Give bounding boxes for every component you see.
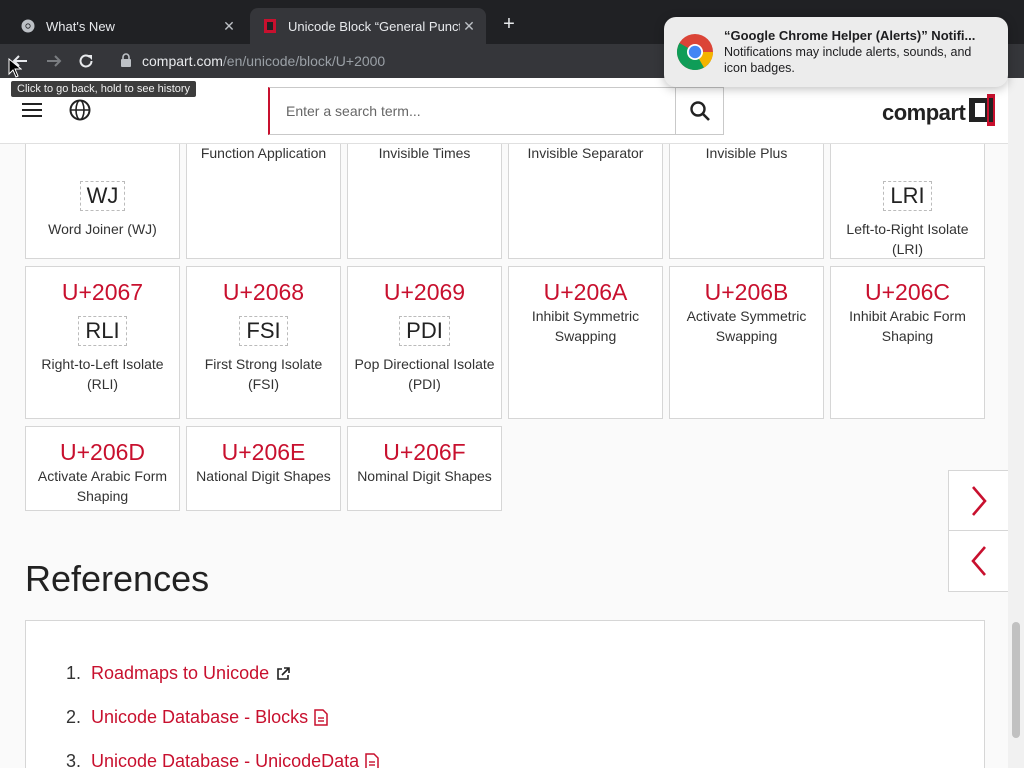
chevron-left-icon (970, 546, 986, 576)
document-icon (314, 709, 328, 726)
tab-title: Unicode Block “General Punctuation” (288, 18, 460, 34)
reference-link[interactable]: Unicode Database - UnicodeData (91, 751, 359, 768)
char-name: Invisible Separator (527, 145, 644, 161)
list-number: 1. (66, 663, 82, 683)
url-host: compart.com (142, 53, 223, 69)
char-name: National Digit Shapes (196, 468, 331, 484)
char-cell[interactable]: Function Application (186, 144, 341, 259)
tab-close-icon[interactable]: ✕ (460, 17, 478, 35)
new-tab-button[interactable]: + (498, 13, 520, 35)
char-code: U+2067 (61, 279, 144, 305)
globe-icon[interactable] (68, 98, 92, 122)
char-cell[interactable]: U+206D Activate Arabic Form Shaping (25, 426, 180, 511)
char-glyph: RLI (78, 316, 127, 346)
char-name: First Strong Isolate (FSI) (204, 356, 323, 392)
chevron-right-icon (971, 486, 987, 516)
char-code: U+206F (383, 439, 466, 465)
notification-title: “Google Chrome Helper (Alerts)” Notifi..… (724, 28, 976, 43)
list-number: 2. (66, 707, 82, 727)
hamburger-menu-icon[interactable] (20, 100, 44, 120)
char-name: Inhibit Symmetric Swapping (531, 308, 640, 344)
next-block-button[interactable] (948, 470, 1008, 532)
char-code: U+206D (59, 439, 146, 465)
list-item: 2. Unicode Database - Blocks (66, 707, 328, 728)
char-name: Activate Arabic Form Shaping (37, 468, 168, 504)
char-name: Right-to-Left Isolate (RLI) (41, 356, 164, 392)
chrome-icon (20, 18, 36, 34)
external-link-icon (275, 666, 291, 682)
char-cell[interactable]: U+2067 RLI Right-to-Left Isolate (RLI) (25, 266, 180, 419)
document-icon (365, 753, 379, 768)
search-input[interactable] (270, 88, 675, 134)
char-glyph: PDI (399, 316, 450, 346)
logo-text: compart (882, 99, 966, 125)
reference-link[interactable]: Unicode Database - Blocks (91, 707, 308, 728)
references-heading: References (25, 558, 210, 599)
char-cell[interactable]: WJ Word Joiner (WJ) (25, 144, 180, 259)
char-name: Function Application (200, 145, 327, 161)
tab-close-icon[interactable]: ✕ (220, 17, 238, 35)
list-number: 3. (66, 751, 82, 768)
char-glyph: LRI (883, 181, 932, 211)
system-notification[interactable]: “Google Chrome Helper (Alerts)” Notifi..… (664, 17, 1008, 87)
char-code: U+206A (543, 279, 628, 305)
forward-arrow-icon (47, 55, 62, 67)
char-name: Left-to-Right Isolate (LRI) (846, 221, 969, 257)
char-cell[interactable]: U+2069 PDI Pop Directional Isolate (PDI) (347, 266, 502, 419)
search-box (268, 87, 724, 135)
tab-whats-new[interactable]: What's New ✕ (8, 8, 246, 44)
char-cell[interactable]: U+206A Inhibit Symmetric Swapping (508, 266, 663, 419)
notification-body: Notifications may include alerts, sounds… (724, 45, 972, 75)
char-cell[interactable]: U+206F Nominal Digit Shapes (347, 426, 502, 511)
char-code: U+206C (864, 279, 951, 305)
char-code: U+206B (704, 279, 789, 305)
char-name: Activate Symmetric Swapping (686, 308, 807, 344)
tab-title: What's New (46, 18, 115, 34)
char-cell[interactable]: U+206E National Digit Shapes (186, 426, 341, 511)
mouse-cursor-icon (8, 57, 23, 83)
char-cell[interactable]: Invisible Separator (508, 144, 663, 259)
list-item: 3. Unicode Database - UnicodeData (66, 751, 379, 768)
char-cell[interactable]: LRI Left-to-Right Isolate (LRI) (830, 144, 985, 259)
url-path: /en/unicode/block/U+2000 (222, 53, 386, 69)
reference-link[interactable]: Roadmaps to Unicode (91, 663, 269, 684)
search-icon (689, 101, 710, 121)
char-name: Invisible Plus (705, 145, 788, 161)
scrollbar-thumb[interactable] (1012, 622, 1020, 738)
char-glyph: WJ (79, 181, 126, 211)
previous-block-button[interactable] (948, 530, 1008, 592)
char-cell[interactable]: U+206B Activate Symmetric Swapping (669, 266, 824, 419)
address-bar[interactable]: compart.com/en/unicode/block/U+2000 (110, 47, 670, 75)
reload-button[interactable] (74, 49, 98, 73)
compart-favicon-icon (262, 18, 278, 34)
forward-button[interactable] (42, 49, 66, 73)
lock-icon (120, 52, 132, 70)
back-tooltip: Click to go back, hold to see history (11, 81, 197, 97)
char-cell[interactable]: U+2068 FSI First Strong Isolate (FSI) (186, 266, 341, 419)
char-code: U+2069 (383, 279, 466, 305)
char-cell[interactable]: Invisible Plus (669, 144, 824, 259)
char-code: U+206E (221, 439, 306, 465)
char-name: Word Joiner (WJ) (48, 221, 157, 237)
char-name: Nominal Digit Shapes (357, 468, 492, 484)
compart-logo[interactable]: compart (882, 94, 996, 131)
char-cell[interactable]: Invisible Times (347, 144, 502, 259)
char-glyph: FSI (239, 316, 288, 346)
char-code: U+2068 (222, 279, 305, 305)
char-name: Invisible Times (378, 145, 471, 161)
references-list: 1. Roadmaps to Unicode 2. Unicode Databa… (25, 620, 985, 768)
logo-mark-icon (969, 94, 996, 131)
list-item: 1. Roadmaps to Unicode (66, 663, 291, 684)
char-cell[interactable]: U+206C Inhibit Arabic Form Shaping (830, 266, 985, 419)
char-name: Inhibit Arabic Form Shaping (849, 308, 966, 344)
search-button[interactable] (675, 88, 723, 134)
reload-icon (79, 54, 93, 68)
page-content: WJ Word Joiner (WJ) Function Application… (0, 144, 1008, 768)
tab-unicode-block[interactable]: Unicode Block “General Punctuation” ✕ (250, 8, 486, 44)
chrome-app-icon (676, 33, 714, 71)
page-scrollbar[interactable] (1008, 78, 1024, 768)
char-name: Pop Directional Isolate (PDI) (354, 356, 495, 392)
